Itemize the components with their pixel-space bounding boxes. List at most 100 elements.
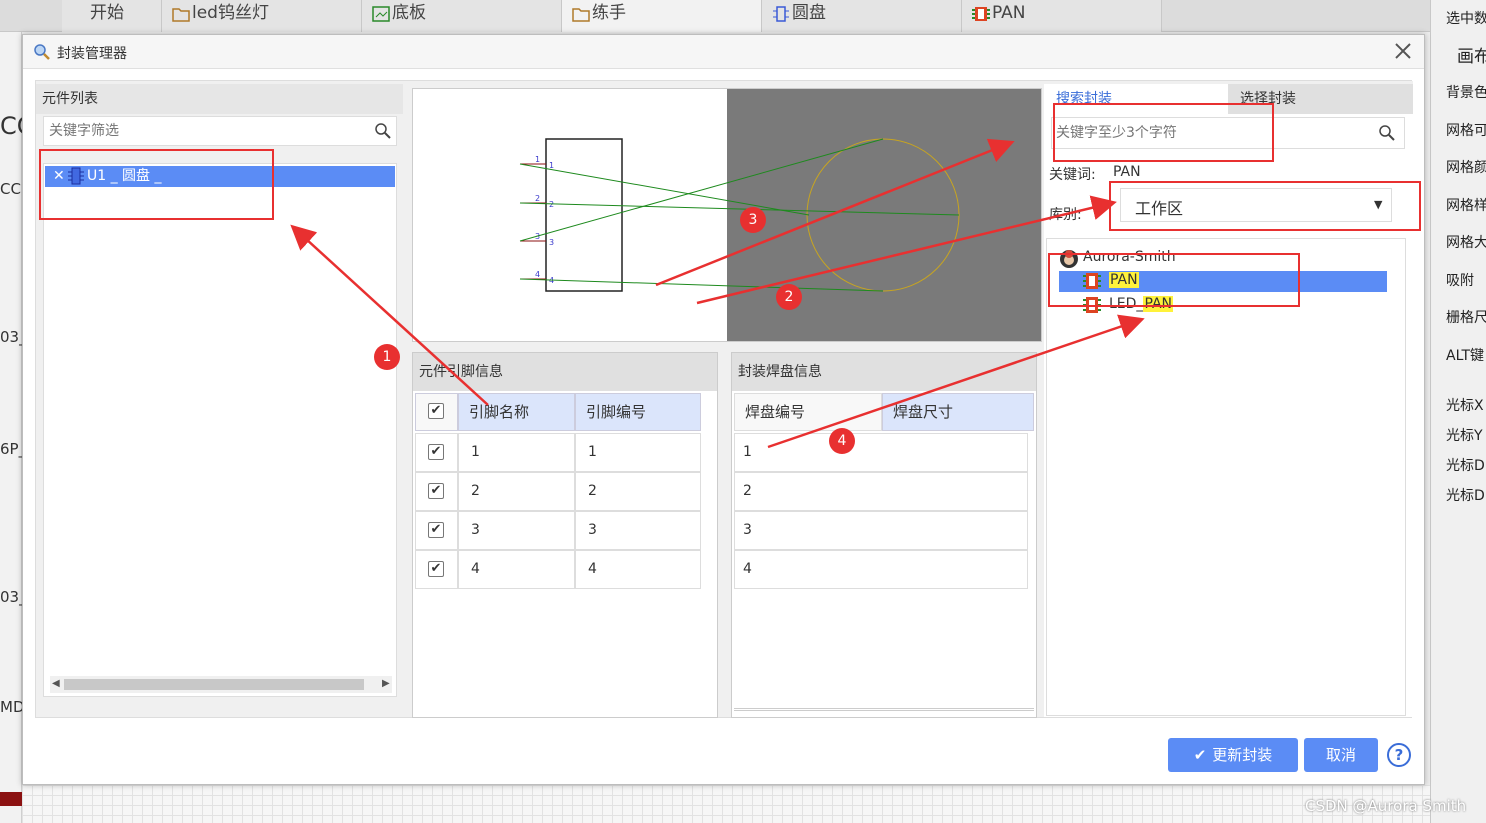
folder-icon bbox=[172, 4, 190, 22]
annotation-box bbox=[1048, 253, 1300, 307]
pad-number-cell: 1 bbox=[734, 433, 1028, 472]
tab-led[interactable]: led钨丝灯 bbox=[162, 0, 362, 32]
pin-number-cell: 3 bbox=[575, 511, 701, 550]
search-icon[interactable] bbox=[374, 122, 392, 144]
pin-number: 3 bbox=[549, 238, 554, 247]
pin-number: 1 bbox=[549, 161, 554, 170]
canvas-grid bbox=[22, 785, 1430, 823]
tab-label: 圆盘 bbox=[792, 3, 826, 23]
preview-area: 1 2 3 4 1 2 3 4 bbox=[412, 88, 1042, 342]
tab-label: 底板 bbox=[392, 3, 426, 23]
pin-row-check[interactable]: ✔ bbox=[415, 433, 458, 472]
pin-name-cell: 2 bbox=[458, 472, 575, 511]
column-header-pin-name[interactable]: 引脚名称 bbox=[458, 393, 575, 431]
panel-label: 光标X bbox=[1446, 398, 1484, 414]
annotation-box bbox=[1109, 181, 1421, 231]
pcb-icon bbox=[372, 4, 390, 22]
select-all-checkbox[interactable]: ✔ bbox=[428, 403, 444, 419]
panel-label: ALT键 bbox=[1446, 348, 1485, 364]
pad-number-cell: 2 bbox=[734, 472, 1028, 511]
panel-label: 光标D bbox=[1446, 458, 1485, 474]
annotation-number: 3 bbox=[740, 207, 766, 233]
pin-row-check[interactable]: ✔ bbox=[415, 472, 458, 511]
pin-number: 1 bbox=[535, 155, 540, 164]
library-label: 库别: bbox=[1049, 207, 1082, 223]
pin-name-cell: 1 bbox=[458, 433, 575, 472]
document-tab-bar: 开始 led钨丝灯 底板 练手 圆盘 PAN bbox=[0, 0, 1430, 32]
update-footprint-label: 更新封装 bbox=[1212, 746, 1273, 764]
tab-board[interactable]: 底板 bbox=[362, 0, 562, 32]
scroll-left-icon[interactable]: ◀ bbox=[52, 678, 60, 689]
column-header-pin-number[interactable]: 引脚编号 bbox=[575, 393, 701, 431]
component-filter-input[interactable] bbox=[44, 117, 364, 145]
tab-start[interactable]: 开始 bbox=[62, 0, 162, 32]
component-list: ✕ U1 _ 圆盘 _ ◀ ▶ bbox=[43, 163, 397, 697]
scroll-right-icon[interactable]: ▶ bbox=[382, 678, 390, 689]
folder-icon bbox=[572, 4, 590, 22]
pin-row-check[interactable]: ✔ bbox=[415, 550, 458, 589]
pin-rows: ✔ 1 1 ✔ 2 2 ✔ 3 3 ✔ 4 4 bbox=[415, 433, 703, 589]
panel-section-title: 画布 bbox=[1457, 47, 1486, 67]
column-header-pad-number[interactable]: 焊盘编号 bbox=[734, 393, 882, 431]
panel-label: 网格样 bbox=[1446, 198, 1486, 214]
horizontal-scrollbar[interactable]: ◀ ▶ bbox=[50, 676, 392, 693]
panel-label: 光标Y bbox=[1446, 428, 1483, 444]
keyword-value: PAN bbox=[1113, 164, 1141, 180]
checkbox[interactable]: ✔ bbox=[428, 561, 444, 577]
dialog-titlebar: 封装管理器 bbox=[23, 35, 1424, 69]
help-icon[interactable]: ? bbox=[1387, 743, 1411, 767]
check-icon: ✔ bbox=[1193, 746, 1207, 764]
pin-number-cell: 2 bbox=[575, 472, 701, 511]
tab-pan[interactable]: PAN bbox=[962, 0, 1162, 32]
footprint-results-tree: Aurora-Smith PAN LED_PAN bbox=[1046, 238, 1406, 716]
divider bbox=[734, 708, 1034, 711]
panel-label: 栅格尺 bbox=[1446, 310, 1486, 326]
preview-canvas: 1 2 3 4 1 2 3 4 bbox=[519, 89, 1041, 341]
annotation-box bbox=[1053, 103, 1274, 162]
checkbox[interactable]: ✔ bbox=[428, 483, 444, 499]
pad-number-cell: 3 bbox=[734, 511, 1028, 550]
pin-info-header: 元件引脚信息 bbox=[413, 353, 717, 391]
pin-number: 2 bbox=[535, 194, 540, 203]
footprint-search-panel: 搜索封装 选择封装 关键词: PAN 库别: 工作区 ▼ Aurora-Smit… bbox=[1044, 81, 1413, 717]
select-all-cell[interactable]: ✔ bbox=[415, 393, 458, 431]
canvas-component bbox=[0, 792, 22, 806]
annotation-number: 1 bbox=[374, 344, 400, 370]
panel-label: 网格可 bbox=[1446, 123, 1486, 139]
pin-number: 4 bbox=[535, 270, 540, 279]
tab-disc[interactable]: 圆盘 bbox=[762, 0, 962, 32]
pin-name-cell: 3 bbox=[458, 511, 575, 550]
pin-row-check[interactable]: ✔ bbox=[415, 511, 458, 550]
pcb-preview-bg bbox=[727, 89, 1041, 341]
symbol-icon bbox=[772, 4, 790, 22]
panel-label: 网格大 bbox=[1446, 235, 1486, 251]
pad-info-panel: 封装焊盘信息 焊盘编号 焊盘尺寸 1 2 3 4 bbox=[731, 352, 1037, 718]
panel-label: 背景色 bbox=[1446, 85, 1486, 101]
column-header-pad-size[interactable]: 焊盘尺寸 bbox=[882, 393, 1034, 431]
checkbox[interactable]: ✔ bbox=[428, 444, 444, 460]
pad-info-header: 封装焊盘信息 bbox=[732, 353, 1036, 391]
tab-label: PAN bbox=[992, 3, 1026, 23]
search-icon bbox=[33, 43, 51, 65]
pin-number: 2 bbox=[549, 200, 554, 209]
canvas-text: MD bbox=[0, 698, 25, 716]
panel-label: 选中数 bbox=[1446, 11, 1486, 27]
keyword-label: 关键词: bbox=[1049, 167, 1096, 183]
schematic-symbol-body bbox=[545, 138, 623, 292]
pin-number-cell: 4 bbox=[575, 550, 701, 589]
checkbox[interactable]: ✔ bbox=[428, 522, 444, 538]
tab-practice[interactable]: 练手 bbox=[562, 0, 762, 32]
properties-panel: 选中数 画布 背景色 网格可 网格颜 网格样 网格大 吸附 栅格尺 ALT键 光… bbox=[1430, 0, 1486, 823]
cancel-button[interactable]: 取消 bbox=[1304, 738, 1378, 772]
panel-label: 光标D bbox=[1446, 488, 1485, 504]
search-icon[interactable] bbox=[1378, 124, 1396, 146]
annotation-number: 2 bbox=[776, 284, 802, 310]
component-filter-box bbox=[43, 116, 397, 146]
scrollbar-thumb[interactable] bbox=[64, 679, 364, 690]
tab-label: led钨丝灯 bbox=[192, 3, 269, 23]
close-icon[interactable] bbox=[1393, 41, 1413, 65]
pin-name-cell: 4 bbox=[458, 550, 575, 589]
annotation-box bbox=[39, 149, 274, 220]
update-footprint-button[interactable]: ✔ 更新封装 bbox=[1168, 738, 1298, 772]
pad-number-cell: 4 bbox=[734, 550, 1028, 589]
